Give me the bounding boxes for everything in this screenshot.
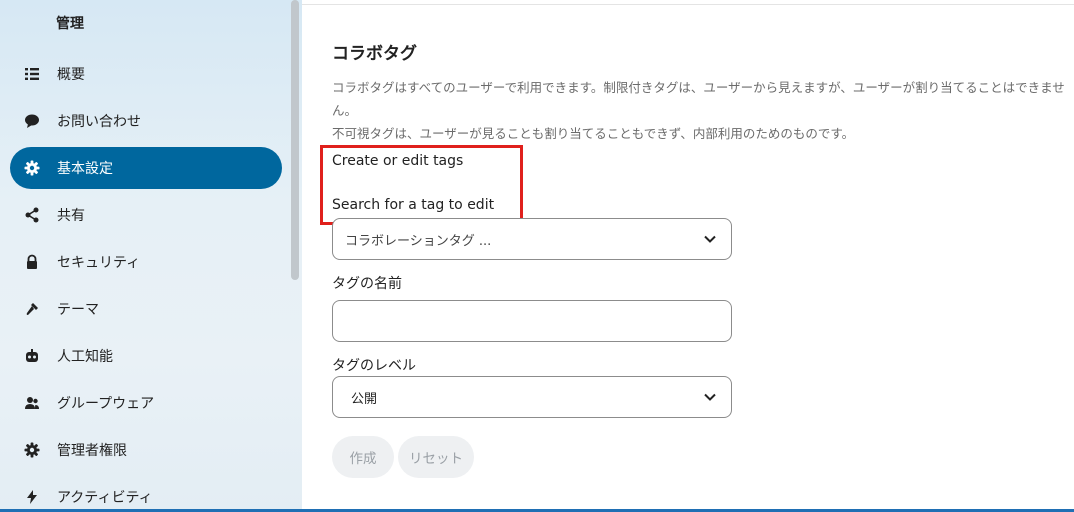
gear-icon — [24, 160, 40, 176]
sidebar-item-label: グループウェア — [57, 396, 155, 412]
tag-level-select[interactable]: 公開 — [332, 376, 732, 418]
sidebar-item-label: セキュリティ — [57, 255, 141, 271]
chat-bubble-icon — [24, 113, 40, 129]
sidebar-item-label: アクティビティ — [57, 490, 153, 506]
share-icon — [24, 207, 40, 223]
sidebar-item-label: 人工知能 — [57, 349, 113, 365]
sidebar-item-label: 管理者権限 — [57, 443, 127, 459]
tag-name-input[interactable] — [332, 300, 732, 342]
tag-search-value: コラボレーションタグ ... — [345, 233, 492, 249]
chevron-down-icon — [703, 232, 717, 246]
sidebar-item-theme[interactable]: テーマ — [10, 288, 282, 330]
sidebar-item-label: 概要 — [57, 67, 85, 83]
paintbrush-icon — [24, 301, 40, 317]
chevron-down-icon — [703, 390, 717, 404]
sidebar-item-label: テーマ — [57, 302, 99, 318]
highlight-annotation — [320, 145, 523, 225]
create-button[interactable]: 作成 — [332, 436, 394, 478]
admin-gear-icon — [24, 442, 40, 458]
sidebar-item-label: 基本設定 — [57, 161, 113, 177]
sidebar-item-label: 共有 — [57, 208, 85, 224]
main-content: コラボタグ コラボタグはすべてのユーザーで利用できます。制限付きタグは、ユーザー… — [302, 0, 1074, 509]
sidebar-item-groupware[interactable]: グループウェア — [10, 382, 282, 424]
sidebar-title: 管理 — [56, 16, 84, 32]
description-line-1: コラボタグはすべてのユーザーで利用できます。制限付きタグは、ユーザーから見えます… — [332, 80, 1065, 118]
robot-icon — [24, 348, 40, 364]
sidebar-scrollbar[interactable] — [291, 0, 299, 280]
lock-icon — [24, 254, 40, 270]
sidebar-item-ai[interactable]: 人工知能 — [10, 335, 282, 377]
sidebar-item-label: お問い合わせ — [57, 114, 141, 130]
sidebar-item-admin[interactable]: 管理者権限 — [10, 429, 282, 471]
reset-button[interactable]: リセット — [398, 436, 474, 478]
page-description: コラボタグはすべてのユーザーで利用できます。制限付きタグは、ユーザーから見えます… — [332, 76, 1072, 145]
sidebar-item-contact[interactable]: お問い合わせ — [10, 100, 282, 142]
page-title: コラボタグ — [332, 44, 417, 64]
tag-name-label: タグの名前 — [332, 276, 402, 292]
sidebar: 管理 概要 お問い合わせ 基本設定 共有 セキュリティ テーマ 人工知能 グルー… — [0, 0, 302, 512]
tag-search-select[interactable]: コラボレーションタグ ... — [332, 218, 732, 260]
sidebar-item-security[interactable]: セキュリティ — [10, 241, 282, 283]
sidebar-item-share[interactable]: 共有 — [10, 194, 282, 236]
sidebar-item-overview[interactable]: 概要 — [10, 53, 282, 95]
tag-level-label: タグのレベル — [332, 358, 416, 374]
description-line-2: 不可視タグは、ユーザーが見ることも割り当てることもできず、内部利用のためのもので… — [332, 126, 855, 141]
header-divider — [302, 0, 1074, 5]
sidebar-item-activity[interactable]: アクティビティ — [10, 476, 282, 512]
lightning-icon — [24, 489, 40, 505]
list-icon — [24, 66, 40, 82]
group-icon — [24, 395, 40, 411]
sidebar-item-basic-settings[interactable]: 基本設定 — [10, 147, 282, 189]
tag-level-value: 公開 — [351, 391, 378, 407]
